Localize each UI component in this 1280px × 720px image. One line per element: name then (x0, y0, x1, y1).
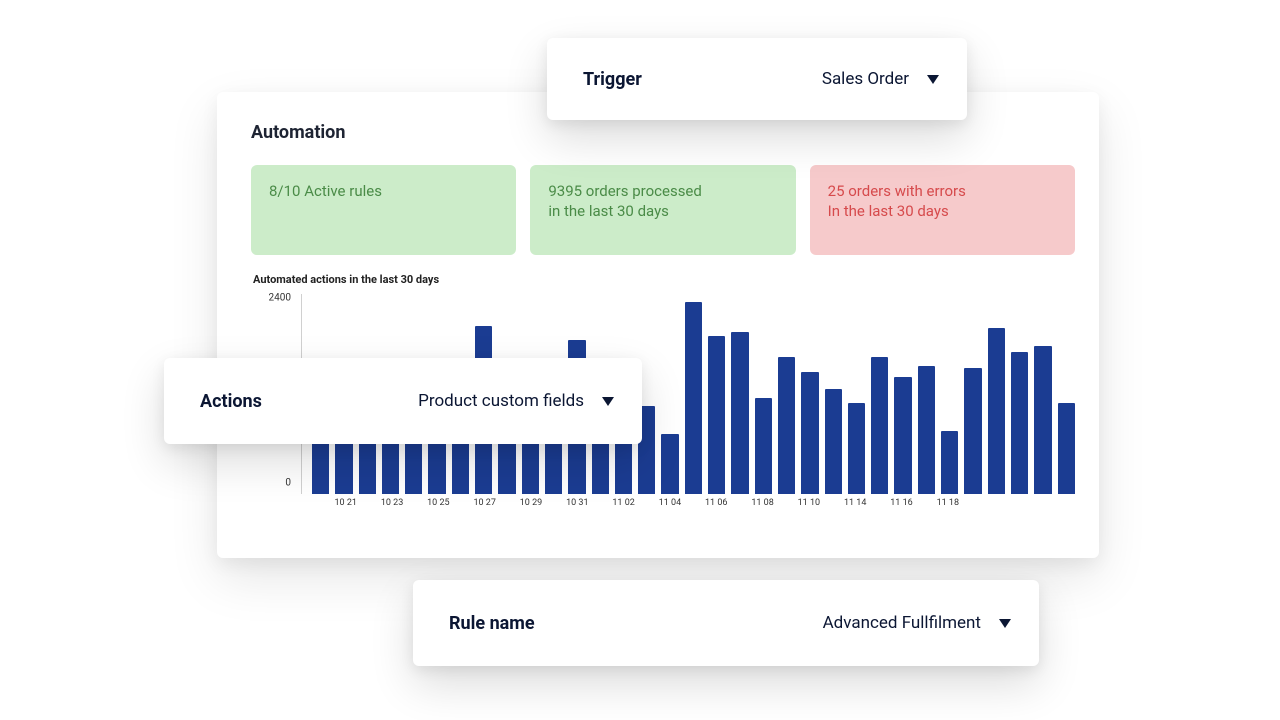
chart-x-tick (867, 498, 890, 516)
chart-x-tick (728, 498, 751, 516)
chart-x-tick (543, 498, 566, 516)
chart-bar (825, 389, 842, 494)
chart-bar (1058, 403, 1075, 494)
chart-x-tick (983, 498, 1006, 516)
actions-selector[interactable]: Actions Product custom fields (164, 358, 642, 444)
kpi-row: 8/10 Active rules 9395 orders processed … (251, 165, 1075, 255)
chart-x-tick (774, 498, 797, 516)
chart-x-tick: 10 23 (380, 498, 403, 516)
chart-x-tick: 10 31 (566, 498, 589, 516)
chart-x-tick: 11 10 (797, 498, 820, 516)
section-title: Automation (251, 122, 1075, 143)
chart-x-tick (959, 498, 982, 516)
chart-x-tick: 11 14 (844, 498, 867, 516)
chart-bar (498, 442, 515, 494)
chart-bar (405, 442, 422, 494)
chart-x-tick (357, 498, 380, 516)
chart-bar (428, 442, 445, 494)
chart-x-tick (1006, 498, 1029, 516)
chart-bar (661, 434, 678, 494)
chart-bar (592, 442, 609, 494)
kpi-line: 8/10 Active rules (269, 181, 498, 201)
chart-y-tick: 2400 (269, 293, 291, 304)
chart-x-tick: 11 04 (658, 498, 681, 516)
chart-bar (778, 357, 795, 494)
chart-x-tick: 11 06 (705, 498, 728, 516)
chart-x-tick (496, 498, 519, 516)
actions-label: Actions (200, 391, 262, 412)
chart-bar (522, 442, 539, 494)
chart-bar (918, 366, 935, 494)
chevron-down-icon (602, 397, 614, 406)
rule-name-label: Rule name (449, 613, 535, 634)
chart-x-tick (913, 498, 936, 516)
chart-bar (988, 328, 1005, 494)
kpi-active-rules: 8/10 Active rules (251, 165, 516, 255)
chart-x-tick: 11 16 (890, 498, 913, 516)
chart-bar (685, 302, 702, 494)
chart-y-tick: 0 (285, 478, 291, 489)
chart-bar (1034, 346, 1051, 494)
chart-x-tick (1052, 498, 1075, 516)
chart-x-tick: 11 08 (751, 498, 774, 516)
chart-bar (848, 403, 865, 494)
trigger-label: Trigger (583, 69, 642, 90)
chart-bar (335, 442, 352, 494)
chart-x-tick (589, 498, 612, 516)
chart-title: Automated actions in the last 30 days (253, 273, 1075, 286)
actions-value: Product custom fields (418, 391, 584, 411)
chart-x-tick (450, 498, 473, 516)
chart-x-tick: 11 18 (936, 498, 959, 516)
chart-bar (312, 442, 329, 494)
chart-x-tick (682, 498, 705, 516)
chart-bar (615, 442, 632, 494)
chevron-down-icon (999, 619, 1011, 628)
rule-name-selector[interactable]: Rule name Advanced Fullfilment (413, 580, 1039, 666)
chart-x-tick (820, 498, 843, 516)
chart-x-tick (311, 498, 334, 516)
chart-bar (545, 442, 562, 494)
trigger-selector[interactable]: Trigger Sales Order (547, 38, 967, 120)
chart-x-tick: 11 02 (612, 498, 635, 516)
chart-x-tick (635, 498, 658, 516)
chart-x-tick: 10 25 (427, 498, 450, 516)
chart-bar (801, 372, 818, 494)
automation-card: Automation 8/10 Active rules 9395 orders… (217, 92, 1099, 558)
chart-bar (964, 368, 981, 494)
kpi-line: in the last 30 days (548, 201, 777, 221)
chart-x-axis: 10 21 10 23 10 25 10 27 10 29 10 31 11 02 11 04… (301, 498, 1075, 516)
chart-x-tick (1029, 498, 1052, 516)
chart-bar (359, 442, 376, 494)
chart-bar (382, 442, 399, 494)
chart-x-tick: 10 29 (519, 498, 542, 516)
chart-bar (755, 398, 772, 494)
kpi-orders-errors: 25 orders with errors In the last 30 day… (810, 165, 1075, 255)
chart-x-tick: 10 27 (473, 498, 496, 516)
chart-bar (708, 336, 725, 494)
chart-bar (871, 357, 888, 494)
chart-bar (1011, 352, 1028, 494)
kpi-line: 25 orders with errors (828, 181, 1057, 201)
kpi-line: In the last 30 days (828, 201, 1057, 221)
kpi-orders-processed: 9395 orders processed in the last 30 day… (530, 165, 795, 255)
rule-name-value: Advanced Fullfilment (823, 613, 981, 633)
chart-bar (731, 332, 748, 494)
chart-bar (452, 442, 469, 494)
chart-bar (894, 377, 911, 494)
chart-x-tick: 10 21 (334, 498, 357, 516)
chart-bar (941, 431, 958, 494)
trigger-value: Sales Order (822, 69, 909, 89)
chart-x-tick (404, 498, 427, 516)
chevron-down-icon (927, 75, 939, 84)
kpi-line: 9395 orders processed (548, 181, 777, 201)
